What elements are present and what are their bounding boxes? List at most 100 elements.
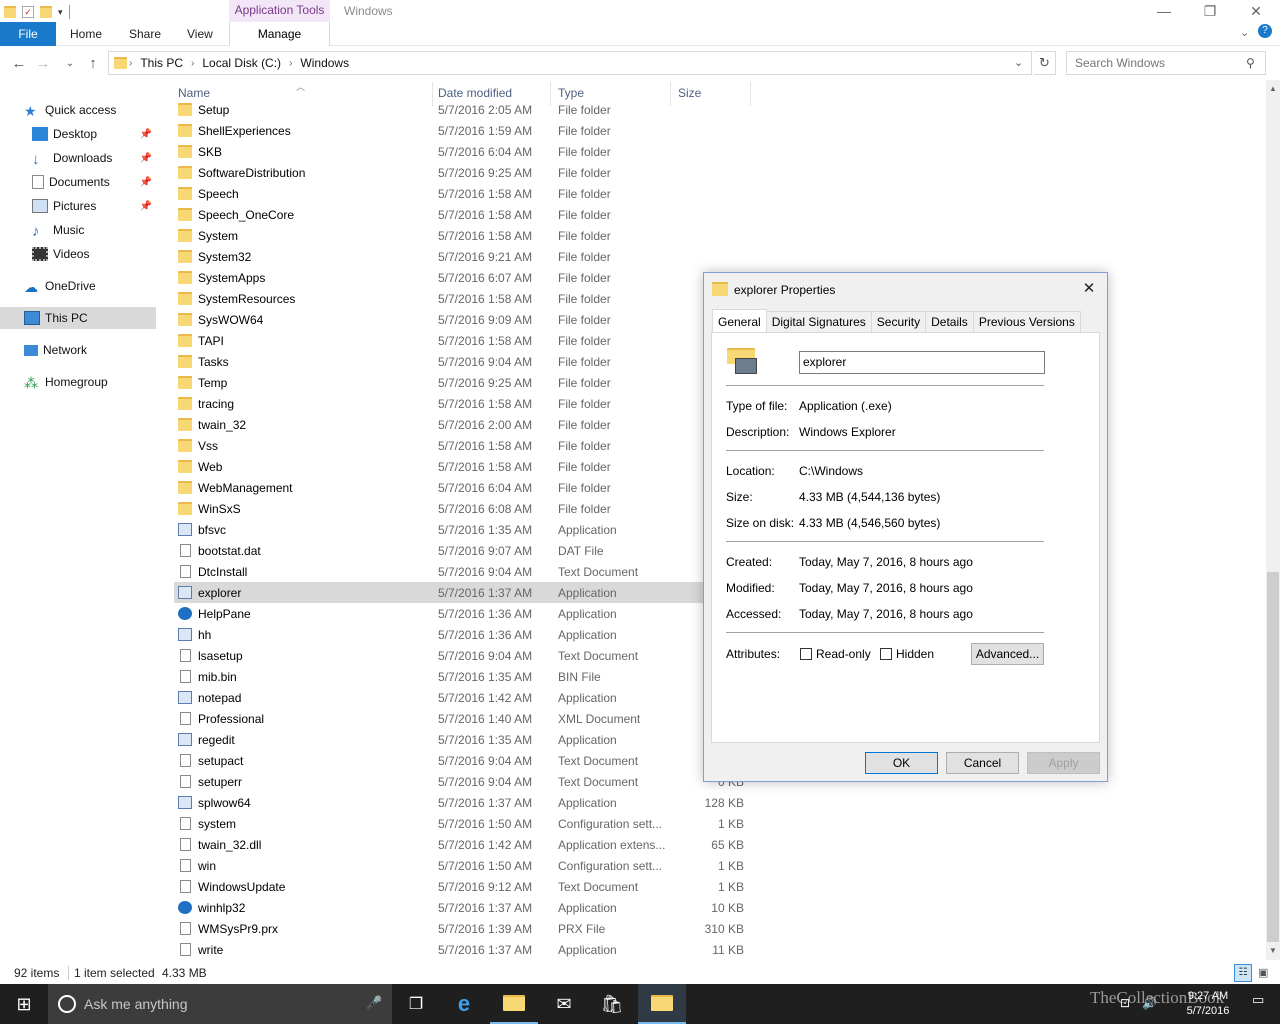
table-row[interactable]: regedit 5/7/2016 1:35 AM Application: [174, 729, 734, 750]
tab-details[interactable]: Details: [925, 311, 974, 332]
tab-previous-versions[interactable]: Previous Versions: [972, 311, 1081, 332]
table-row[interactable]: mib.bin 5/7/2016 1:35 AM BIN File: [174, 666, 734, 687]
forward-button[interactable]: →: [32, 52, 54, 74]
table-row[interactable]: twain_32.dll 5/7/2016 1:42 AM Application …: [174, 834, 744, 855]
edge-button[interactable]: e: [440, 984, 488, 1024]
store-button[interactable]: 🛍: [588, 984, 636, 1024]
table-row[interactable]: splwow64 5/7/2016 1:37 AM Application 128 K…: [174, 792, 744, 813]
network-tray-icon[interactable]: ⊡: [1120, 996, 1130, 1010]
table-row[interactable]: Web 5/7/2016 1:58 AM File folder: [174, 456, 734, 477]
search-box[interactable]: [1066, 51, 1266, 75]
cancel-button[interactable]: Cancel: [946, 752, 1019, 774]
search-input[interactable]: [1075, 56, 1245, 70]
nav-network[interactable]: Network: [24, 339, 180, 361]
table-row[interactable]: SoftwareDistribution 5/7/2016 9:25 AM File…: [174, 162, 734, 183]
column-header-type[interactable]: Type: [558, 86, 584, 100]
table-row[interactable]: setupact 5/7/2016 9:04 AM Text Document: [174, 750, 734, 771]
nav-homegroup[interactable]: ⁂ Homegroup: [24, 371, 180, 393]
tab-share[interactable]: Share: [129, 22, 161, 46]
customize-qat-icon[interactable]: ▾: [58, 7, 63, 18]
table-row[interactable]: HelpPane 5/7/2016 1:36 AM Application: [174, 603, 734, 624]
breadcrumb-this-pc[interactable]: This PC: [134, 56, 189, 70]
table-row[interactable]: System 5/7/2016 1:58 AM File folder: [174, 225, 734, 246]
scrollbar-thumb[interactable]: [1267, 572, 1279, 942]
volume-icon[interactable]: 🔊: [1142, 996, 1157, 1010]
pin-icon[interactable]: 📌: [140, 177, 152, 188]
microphone-icon[interactable]: 🎤: [366, 995, 382, 1011]
file-explorer-window-button[interactable]: [638, 984, 686, 1024]
large-icons-view-icon[interactable]: ▣: [1258, 966, 1268, 979]
nav-quick-access[interactable]: ★ Quick access: [24, 99, 180, 121]
search-icon[interactable]: ⚲: [1246, 56, 1255, 70]
start-button[interactable]: ⊞: [0, 984, 48, 1024]
nav-onedrive[interactable]: ☁ OneDrive: [24, 275, 180, 297]
tab-security[interactable]: Security: [870, 311, 927, 332]
minimize-button[interactable]: —: [1141, 0, 1187, 22]
tab-view[interactable]: View: [187, 22, 213, 46]
column-header-date[interactable]: Date modified: [438, 86, 512, 100]
breadcrumb-local-disk[interactable]: Local Disk (C:): [196, 56, 287, 70]
nav-pictures[interactable]: Pictures 📌: [32, 195, 156, 217]
table-row[interactable]: Speech 5/7/2016 1:58 AM File folder: [174, 183, 734, 204]
table-row[interactable]: setuperr5/7/2016 9:04 AMText Document0 K…: [174, 771, 744, 792]
table-row[interactable]: ShellExperiences 5/7/2016 1:59 AM File fol…: [174, 120, 734, 141]
expand-ribbon-icon[interactable]: ⌄: [1240, 26, 1249, 39]
tab-digital-signatures[interactable]: Digital Signatures: [765, 311, 872, 332]
address-bar[interactable]: › This PC › Local Disk (C:) › Windows: [108, 51, 1032, 75]
table-row[interactable]: TAPI 5/7/2016 1:58 AM File folder: [174, 330, 734, 351]
table-row[interactable]: bfsvc 5/7/2016 1:35 AM Application: [174, 519, 734, 540]
table-row[interactable]: System32 5/7/2016 9:21 AM File folder: [174, 246, 734, 267]
address-history-icon[interactable]: ⌄: [1014, 56, 1023, 69]
scroll-down-icon[interactable]: ▼: [1269, 946, 1277, 955]
file-name-field[interactable]: explorer: [799, 351, 1045, 374]
table-row[interactable]: system 5/7/2016 1:50 AM Configuration sett…: [174, 813, 744, 834]
nav-music[interactable]: ♪ Music: [32, 219, 156, 241]
table-row[interactable]: Speech_OneCore 5/7/2016 1:58 AM File folde…: [174, 204, 734, 225]
table-row[interactable]: SysWOW64 5/7/2016 9:09 AM File folder: [174, 309, 734, 330]
table-row[interactable]: Setup 5/7/2016 2:05 AM File folder: [174, 99, 734, 120]
table-row[interactable]: SystemApps 5/7/2016 6:07 AM File folder: [174, 267, 734, 288]
hidden-checkbox[interactable]: [880, 648, 892, 660]
table-row[interactable]: Vss 5/7/2016 1:58 AM File folder: [174, 435, 734, 456]
table-row[interactable]: write 5/7/2016 1:37 AM Application 11 KB: [174, 939, 744, 960]
file-explorer-taskbar-button[interactable]: [490, 984, 538, 1024]
pin-icon[interactable]: 📌: [140, 129, 152, 140]
table-row[interactable]: Temp 5/7/2016 9:25 AM File folder: [174, 372, 734, 393]
table-row[interactable]: bootstat.dat 5/7/2016 9:07 AM DAT File: [174, 540, 734, 561]
new-folder-icon[interactable]: [40, 6, 52, 18]
table-row[interactable]: WebManagement 5/7/2016 6:04 AM File folder: [174, 477, 734, 498]
breadcrumb-windows[interactable]: Windows: [294, 56, 355, 70]
help-icon[interactable]: ?: [1258, 24, 1272, 38]
table-row[interactable]: tracing 5/7/2016 1:58 AM File folder: [174, 393, 734, 414]
mail-button[interactable]: ✉: [540, 984, 588, 1024]
table-row[interactable]: explorer 5/7/2016 1:37 AM Application: [174, 582, 734, 603]
table-row[interactable]: SKB 5/7/2016 6:04 AM File folder: [174, 141, 734, 162]
details-view-icon[interactable]: ☷: [1234, 964, 1252, 982]
tab-file[interactable]: File: [0, 22, 56, 46]
table-row[interactable]: WMSysPr9.prx 5/7/2016 1:39 AM PRX File 310 …: [174, 918, 744, 939]
column-header-size[interactable]: Size: [678, 86, 701, 100]
advanced-button[interactable]: Advanced...: [971, 643, 1044, 665]
table-row[interactable]: lsasetup 5/7/2016 9:04 AM Text Document: [174, 645, 734, 666]
pin-icon[interactable]: 📌: [140, 201, 152, 212]
nav-this-pc[interactable]: This PC: [0, 307, 156, 329]
table-row[interactable]: notepad 5/7/2016 1:42 AM Application: [174, 687, 734, 708]
nav-documents[interactable]: Documents 📌: [32, 171, 156, 193]
table-row[interactable]: hh 5/7/2016 1:36 AM Application: [174, 624, 734, 645]
properties-icon[interactable]: ✓: [22, 6, 34, 18]
apply-button[interactable]: Apply: [1027, 752, 1100, 774]
ok-button[interactable]: OK: [865, 752, 938, 774]
back-button[interactable]: ←: [8, 52, 30, 74]
nav-desktop[interactable]: Desktop 📌: [32, 123, 156, 145]
nav-downloads[interactable]: ↓ Downloads 📌: [32, 147, 156, 169]
table-row[interactable]: SystemResources 5/7/2016 1:58 AM File fold…: [174, 288, 734, 309]
table-row[interactable]: win 5/7/2016 1:50 AM Configuration sett...…: [174, 855, 744, 876]
action-center-icon[interactable]: ▭: [1252, 992, 1264, 1008]
table-row[interactable]: WindowsUpdate 5/7/2016 9:12 AM Text Docume…: [174, 876, 744, 897]
refresh-button[interactable]: ↻: [1034, 51, 1056, 75]
cortana-search-box[interactable]: Ask me anything: [48, 984, 392, 1024]
column-header-name[interactable]: Name: [178, 86, 210, 100]
scroll-up-icon[interactable]: ▲: [1269, 84, 1277, 93]
close-button[interactable]: ✕: [1233, 0, 1279, 22]
tab-manage[interactable]: Manage: [229, 22, 330, 46]
